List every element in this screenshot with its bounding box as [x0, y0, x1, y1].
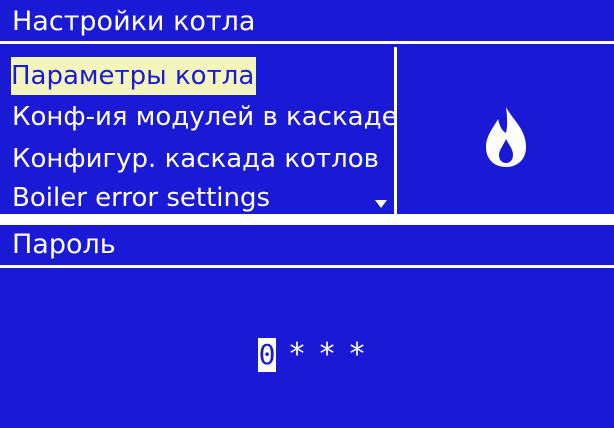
password-input[interactable]: 0 * * *	[258, 335, 366, 375]
vertical-divider	[394, 47, 397, 214]
scroll-down-arrow-icon[interactable]	[375, 200, 387, 208]
menu-item-boiler-parameters[interactable]: Параметры котла	[11, 57, 257, 95]
menu-title: Настройки котла	[0, 0, 614, 44]
menu-item-boiler-cascade-config[interactable]: Конфигур. каскада котлов	[12, 140, 379, 178]
menu-item-cascade-modules-config[interactable]: Конф-ия модулей в каскаде	[12, 98, 398, 136]
password-mask-char: *	[348, 337, 367, 372]
menu-item-boiler-error-settings[interactable]: Boiler error settings	[12, 179, 270, 214]
password-mask-char: *	[318, 337, 337, 372]
password-screen: Пароль 0 * * *	[0, 225, 614, 428]
boiler-settings-screen: Настройки котла Параметры котла Конф-ия …	[0, 0, 614, 214]
password-mask-char: *	[288, 337, 307, 372]
flame-icon	[486, 107, 526, 167]
password-title: Пароль	[0, 225, 614, 268]
password-digit-cursor[interactable]: 0	[258, 338, 276, 372]
menu-list: Параметры котла Конф-ия модулей в каскад…	[0, 47, 398, 214]
